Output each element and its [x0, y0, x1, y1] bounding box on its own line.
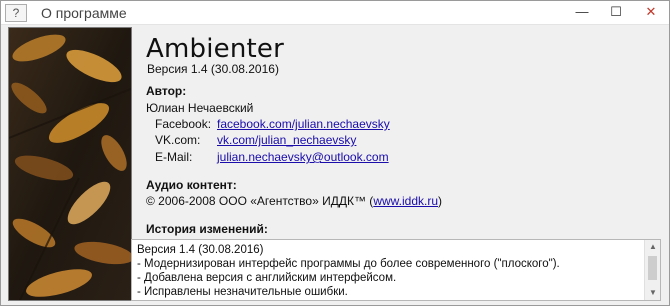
history-scrollbar[interactable]: ▲ ▼	[644, 240, 660, 300]
scroll-up-icon[interactable]: ▲	[645, 240, 661, 254]
vk-link[interactable]: vk.com/julian_nechaevsky	[217, 133, 356, 147]
close-button[interactable]: ✕	[633, 1, 669, 24]
history-text: Версия 1.4 (30.08.2016) - Модернизирован…	[137, 244, 560, 298]
vk-label: VK.com:	[155, 133, 201, 147]
history-heading: История изменений:	[146, 222, 268, 236]
title-bar: ? О программе — ☐ ✕	[1, 1, 669, 25]
facebook-link[interactable]: facebook.com/julian.nechaevsky	[217, 117, 390, 131]
email-label: E-Mail:	[155, 150, 193, 164]
info-panel: Ambienter Версия 1.4 (30.08.2016) Автор:…	[139, 27, 664, 237]
about-dialog: ? О программе — ☐ ✕ Ambienter Версия 1.4…	[0, 0, 670, 306]
audio-copyright-suffix: )	[438, 194, 442, 208]
version-label: Версия 1.4 (30.08.2016)	[147, 62, 279, 76]
app-name: Ambienter	[146, 34, 284, 64]
audio-heading: Аудио контент:	[146, 178, 237, 192]
autumn-leaves-image	[8, 27, 132, 301]
email-link[interactable]: julian.nechaevsky@outlook.com	[217, 150, 389, 164]
leaves-illustration	[9, 28, 131, 300]
window-title: О программе	[41, 5, 127, 21]
history-textbox[interactable]: Версия 1.4 (30.08.2016) - Модернизирован…	[131, 239, 661, 301]
author-name: Юлиан Нечаевский	[146, 101, 254, 115]
scroll-down-icon[interactable]: ▼	[645, 286, 661, 300]
minimize-button[interactable]: —	[565, 1, 599, 24]
help-button[interactable]: ?	[5, 4, 27, 22]
scroll-thumb[interactable]	[648, 256, 657, 280]
facebook-label: Facebook:	[155, 117, 212, 131]
audio-copyright-text: © 2006-2008 ООО «Агентство» ИДДК™ (	[146, 194, 374, 208]
iddk-link[interactable]: www.iddk.ru	[373, 194, 438, 208]
audio-copyright: © 2006-2008 ООО «Агентство» ИДДК™ (www.i…	[146, 194, 442, 208]
author-heading: Автор:	[146, 84, 187, 98]
maximize-button[interactable]: ☐	[599, 1, 633, 24]
